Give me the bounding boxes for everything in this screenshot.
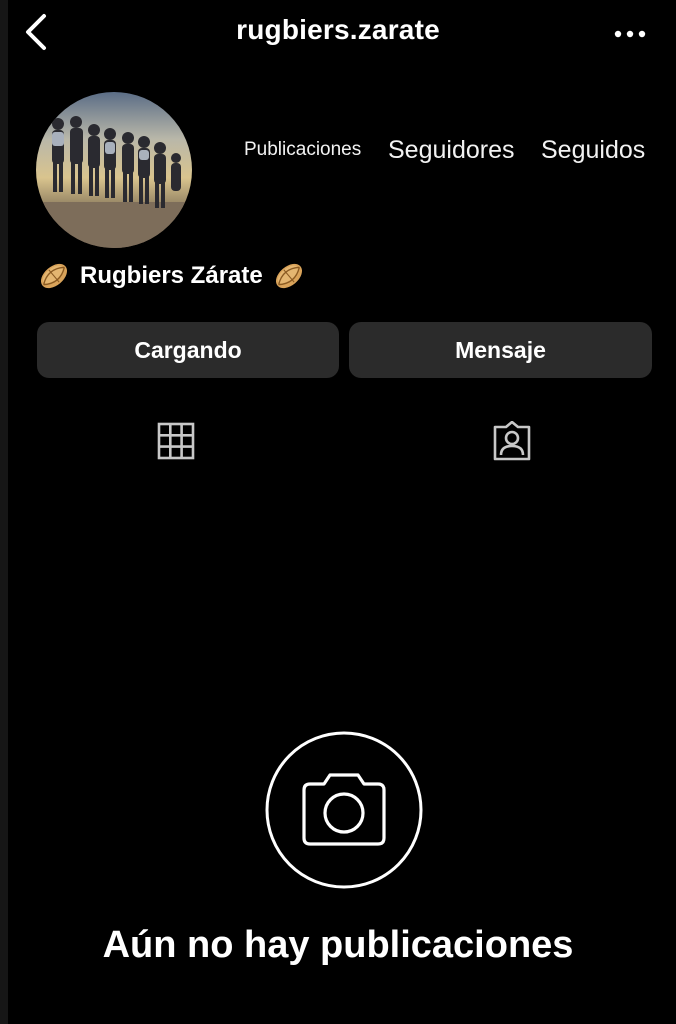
more-horizontal-icon [614, 30, 646, 38]
message-button[interactable]: Mensaje [349, 322, 652, 378]
stat-seguidos-label[interactable]: Seguidos [541, 136, 645, 165]
stat-seguidores-label[interactable]: Seguidores [388, 136, 514, 165]
tab-tagged[interactable] [482, 416, 542, 466]
screen-edge [0, 0, 8, 1024]
tagged-person-icon [493, 421, 531, 461]
rugby-ball-icon [40, 263, 68, 289]
camera-icon [265, 731, 423, 889]
rugby-ball-icon [275, 263, 302, 289]
empty-state-text: Aún no hay publicaciones [102, 924, 574, 966]
group-photo-avatar [36, 92, 192, 248]
profile-avatar[interactable] [36, 92, 192, 248]
stat-publicaciones-label[interactable]: Publicaciones [244, 139, 361, 161]
more-options-button[interactable] [608, 14, 652, 54]
profile-display-name: Rugbiers Zárate [38, 256, 305, 296]
display-name-text: Rugbiers Zárate [80, 262, 263, 289]
tab-posts-grid[interactable] [146, 416, 206, 466]
grid-icon [157, 422, 195, 460]
loading-button[interactable]: Cargando [37, 322, 339, 378]
empty-state-camera [264, 730, 424, 890]
profile-username: rugbiers.zarate [236, 14, 440, 45]
